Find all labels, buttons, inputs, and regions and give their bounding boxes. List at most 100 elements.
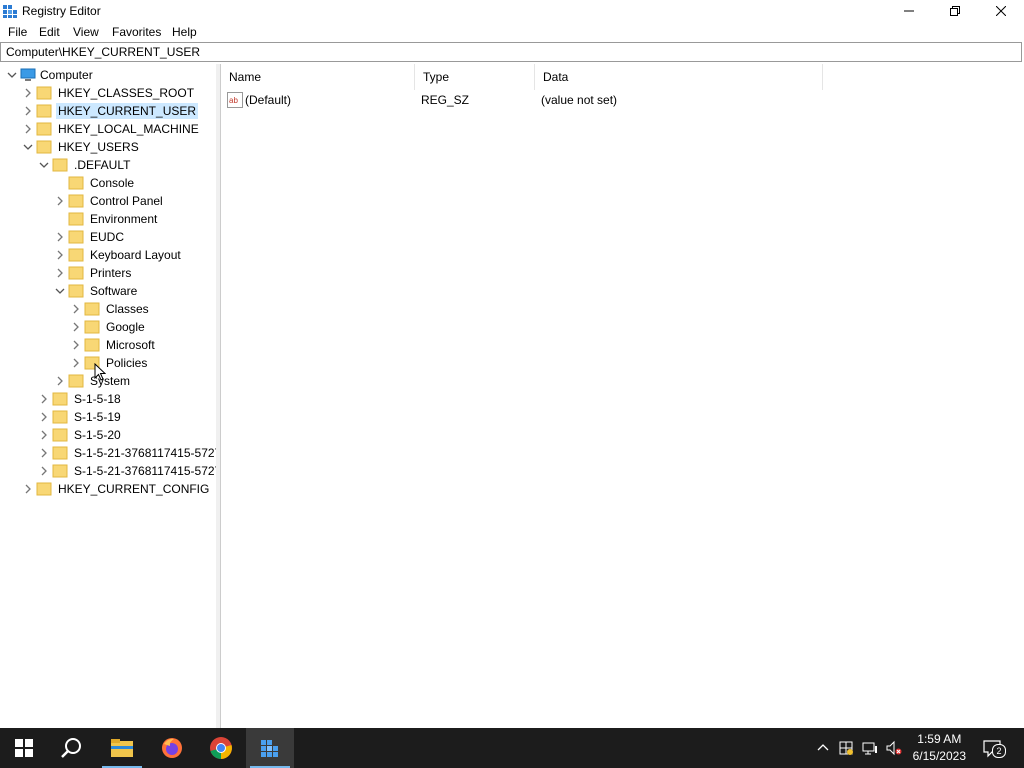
menu-help[interactable]: Help (172, 25, 197, 39)
chevron-right-icon[interactable] (20, 121, 36, 137)
menu-view[interactable]: View (73, 25, 99, 39)
chevron-right-icon[interactable] (52, 247, 68, 263)
windows-logo-icon (15, 739, 33, 757)
column-header-type[interactable]: Type (415, 64, 535, 90)
chevron-right-icon[interactable] (20, 103, 36, 119)
start-button[interactable] (0, 728, 48, 768)
tree-label: Keyboard Layout (90, 248, 181, 262)
folder-icon (36, 482, 52, 496)
search-button[interactable] (48, 728, 96, 768)
chevron-down-icon[interactable] (20, 139, 36, 155)
chevron-right-icon[interactable] (36, 409, 52, 425)
folder-icon (52, 392, 68, 406)
title-bar: Registry Editor (0, 0, 1024, 22)
system-clock[interactable]: 1:59 AM 6/15/2023 (913, 731, 966, 765)
menu-bar: File Edit View Favorites Help (0, 22, 1024, 42)
tree-label: HKEY_LOCAL_MACHINE (58, 122, 199, 136)
tree-label: HKEY_CURRENT_USER (56, 103, 199, 119)
chevron-up-icon[interactable] (815, 740, 831, 756)
restore-button[interactable] (932, 0, 978, 22)
folder-icon (68, 176, 84, 190)
tree-label: Software (90, 284, 138, 298)
tree-label: S-1-5-21-3768117415-5727 (74, 464, 217, 478)
tree-label: S-1-5-19 (74, 410, 121, 424)
chevron-right-icon[interactable] (36, 391, 52, 407)
folder-icon (36, 140, 52, 154)
folder-icon (52, 158, 68, 172)
value-data: (value not set) (541, 93, 618, 107)
close-button[interactable] (978, 0, 1024, 22)
folder-icon (68, 212, 84, 226)
tree-label: Google (106, 320, 145, 334)
tree-label: HKEY_USERS (58, 140, 139, 154)
window-title: Registry Editor (22, 4, 101, 18)
column-header-name[interactable]: Name (221, 64, 415, 90)
volume-muted-icon[interactable] (886, 740, 902, 756)
folder-icon (36, 86, 52, 100)
menu-file[interactable]: File (8, 25, 27, 39)
tree-label: EUDC (90, 230, 125, 244)
tree-label: HKEY_CURRENT_CONFIG (58, 482, 210, 496)
chevron-right-icon[interactable] (20, 481, 36, 497)
chevron-right-icon[interactable] (36, 427, 52, 443)
regedit-taskbar-button[interactable] (246, 728, 294, 768)
chevron-right-icon[interactable] (36, 463, 52, 479)
regedit-icon (261, 740, 278, 757)
folder-icon (84, 320, 100, 334)
value-list[interactable]: Name Type Data ab (Default) REG_SZ (valu… (220, 64, 1024, 728)
computer-icon (20, 68, 36, 81)
file-explorer-button[interactable] (98, 728, 146, 768)
taskbar: 1:59 AM 6/15/2023 2 (0, 728, 1024, 768)
folder-icon (52, 428, 68, 442)
notification-count-badge: 2 (992, 744, 1006, 758)
chevron-right-icon[interactable] (52, 265, 68, 281)
value-type: REG_SZ (421, 93, 470, 107)
menu-favorites[interactable]: Favorites (112, 25, 161, 39)
minimize-button[interactable] (886, 0, 932, 22)
folder-icon (52, 410, 68, 424)
action-center-button[interactable]: 2 (982, 738, 1006, 758)
regedit-icon (3, 5, 17, 18)
address-bar[interactable]: Computer\HKEY_CURRENT_USER (0, 42, 1022, 62)
tree-label: Environment (90, 212, 158, 226)
folder-icon (68, 194, 84, 208)
chevron-down-icon[interactable] (4, 67, 20, 83)
folder-icon (68, 248, 84, 262)
tree-label: .DEFAULT (74, 158, 131, 172)
network-icon[interactable] (862, 740, 878, 756)
chevron-right-icon[interactable] (36, 445, 52, 461)
folder-icon (68, 374, 84, 388)
chevron-right-icon[interactable] (20, 85, 36, 101)
chevron-down-icon[interactable] (36, 157, 52, 173)
search-icon (61, 738, 81, 758)
tree-label: Printers (90, 266, 132, 280)
firefox-button[interactable] (148, 728, 196, 768)
chevron-right-icon[interactable] (52, 373, 68, 389)
tree-label: S-1-5-21-3768117415-5727 (74, 446, 217, 460)
chevron-right-icon[interactable] (68, 355, 84, 371)
registry-tree[interactable]: Computer HKEY_CLASSES_ROOT HKEY_CURRENT_… (0, 64, 217, 728)
value-row[interactable]: ab (Default) REG_SZ (value not set) (221, 91, 1021, 109)
chevron-right-icon[interactable] (52, 193, 68, 209)
folder-icon (52, 446, 68, 460)
chevron-right-icon[interactable] (68, 337, 84, 353)
chevron-right-icon[interactable] (52, 229, 68, 245)
folder-icon (68, 284, 84, 298)
security-icon[interactable] (838, 740, 854, 756)
clock-time: 1:59 AM (917, 732, 962, 746)
folder-icon (52, 464, 68, 478)
menu-edit[interactable]: Edit (39, 25, 60, 39)
chrome-button[interactable] (197, 728, 245, 768)
tree-label: S-1-5-20 (74, 428, 121, 442)
column-header-data[interactable]: Data (535, 64, 823, 90)
chevron-down-icon[interactable] (52, 283, 68, 299)
folder-icon (36, 104, 52, 118)
folder-icon (84, 338, 100, 352)
firefox-icon (162, 738, 182, 758)
tree-label: S-1-5-18 (74, 392, 121, 406)
chevron-right-icon[interactable] (68, 319, 84, 335)
tree-label: Control Panel (90, 194, 163, 208)
mouse-cursor-icon (94, 363, 106, 381)
tree-label: Computer (40, 68, 93, 82)
chevron-right-icon[interactable] (68, 301, 84, 317)
